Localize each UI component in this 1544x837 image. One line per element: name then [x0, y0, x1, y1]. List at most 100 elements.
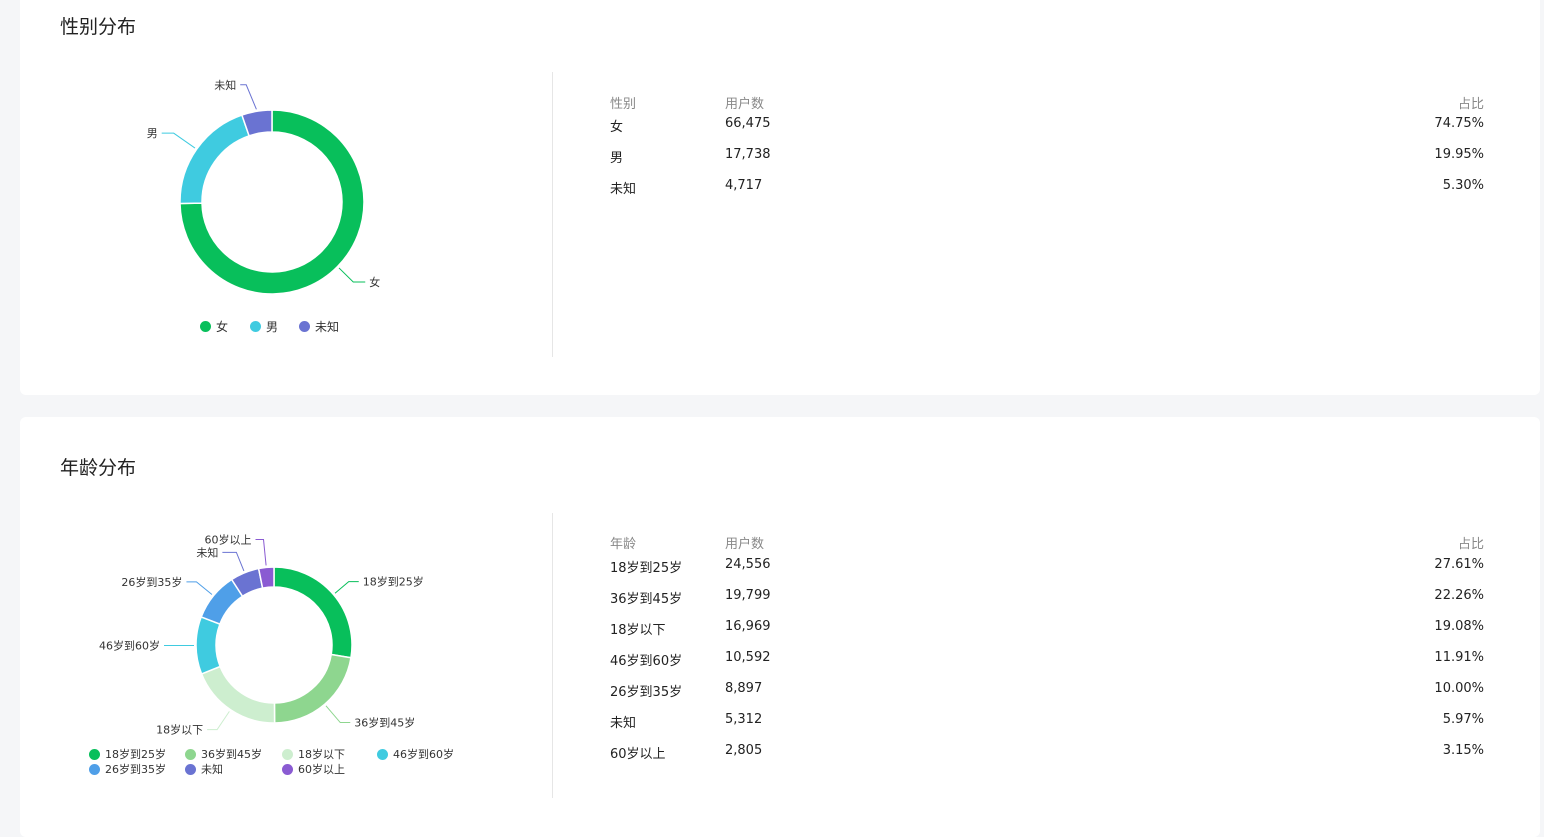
row-label: 未知 — [610, 178, 636, 197]
age-table-header: 年龄 用户数 占比 — [610, 533, 1484, 553]
row-users: 5,312 — [725, 712, 762, 727]
slice-label: 18岁到25岁 — [363, 575, 424, 589]
slice-label: 未知 — [214, 78, 236, 92]
legend-dot-icon — [377, 749, 388, 760]
row-label: 60岁以上 — [610, 743, 666, 762]
legend-label: 女 — [216, 318, 228, 335]
row-ratio: 5.97% — [1443, 712, 1484, 727]
label-leader-line — [256, 540, 267, 566]
label-leader-line — [339, 268, 365, 282]
row-label: 18岁到25岁 — [610, 557, 682, 576]
slice-label: 男 — [147, 127, 158, 140]
legend-label: 18岁到25岁 — [105, 746, 166, 762]
table-row: 女 66,475 74.75% — [610, 116, 1484, 134]
row-ratio: 10.00% — [1434, 681, 1484, 696]
legend-item[interactable]: 18岁以下 — [282, 746, 345, 762]
row-ratio: 5.30% — [1443, 178, 1484, 193]
age-table: 年龄 用户数 占比 18岁到25岁24,55627.61%36岁到45岁19,7… — [610, 533, 1484, 553]
table-row: 18岁到25岁 24,556 27.61% — [610, 557, 1484, 575]
donut-slice[interactable] — [196, 617, 220, 674]
legend-label: 未知 — [201, 761, 223, 777]
legend-label: 36岁到45岁 — [201, 746, 262, 762]
header-ratio: 占比 — [1458, 533, 1484, 552]
legend-label: 男 — [266, 318, 278, 335]
row-ratio: 74.75% — [1434, 116, 1484, 131]
donut-slice[interactable] — [274, 567, 352, 658]
age-divider — [552, 513, 553, 798]
row-users: 2,805 — [725, 743, 762, 758]
legend-item[interactable]: 18岁到25岁 — [89, 746, 166, 762]
slice-label: 36岁到45岁 — [354, 716, 415, 730]
legend-dot-icon — [299, 321, 310, 332]
row-ratio: 22.26% — [1434, 588, 1484, 603]
legend-item[interactable]: 男 — [250, 318, 278, 335]
table-row: 60岁以上 2,805 3.15% — [610, 743, 1484, 761]
label-leader-line — [207, 711, 229, 729]
legend-dot-icon — [282, 764, 293, 775]
row-users: 66,475 — [725, 116, 771, 131]
gender-divider — [552, 72, 553, 357]
label-leader-line — [162, 133, 195, 148]
row-label: 46岁到60岁 — [610, 650, 682, 669]
header-age: 年龄 — [610, 533, 636, 552]
row-users: 4,717 — [725, 178, 762, 193]
table-row: 36岁到45岁19,79922.26% — [610, 588, 1484, 606]
row-label: 36岁到45岁 — [610, 588, 682, 607]
row-label: 女 — [610, 116, 623, 135]
gender-table: 性别 用户数 占比 女66,47574.75%男17,73819.95%未知4,… — [610, 93, 1484, 113]
table-row: 未知 4,717 5.30% — [610, 178, 1484, 196]
slice-label: 未知 — [196, 545, 218, 559]
legend-item[interactable]: 未知 — [185, 761, 223, 777]
legend-item[interactable]: 女 — [200, 318, 228, 335]
row-users: 17,738 — [725, 147, 771, 162]
row-ratio: 19.95% — [1434, 147, 1484, 162]
row-users: 16,969 — [725, 619, 771, 634]
row-ratio: 11.91% — [1434, 650, 1484, 665]
row-ratio: 19.08% — [1434, 619, 1484, 634]
age-distribution-card: 年龄分布 18岁到25岁36岁到45岁18岁以下46岁到60岁26岁到35岁未知… — [20, 417, 1540, 837]
table-row: 男 17,738 19.95% — [610, 147, 1484, 165]
label-leader-line — [326, 706, 350, 723]
row-ratio: 27.61% — [1434, 557, 1484, 572]
row-label: 未知 — [610, 712, 636, 731]
slice-label: 26岁到35岁 — [121, 575, 182, 589]
gender-donut-chart: 女男未知 — [20, 0, 552, 370]
row-users: 10,592 — [725, 650, 771, 665]
header-ratio: 占比 — [1458, 93, 1484, 112]
donut-slice[interactable] — [180, 115, 249, 203]
legend-label: 未知 — [315, 318, 339, 335]
legend-item[interactable]: 36岁到45岁 — [185, 746, 262, 762]
legend-label: 18岁以下 — [298, 746, 345, 762]
header-users: 用户数 — [725, 533, 764, 552]
legend-label: 60岁以上 — [298, 761, 345, 777]
label-leader-line — [335, 582, 359, 594]
slice-label: 女 — [369, 275, 380, 289]
legend-label: 46岁到60岁 — [393, 746, 454, 762]
header-users: 用户数 — [725, 93, 764, 112]
row-label: 男 — [610, 147, 623, 166]
table-row: 18岁以下 16,969 19.08% — [610, 619, 1484, 637]
legend-item[interactable]: 60岁以上 — [282, 761, 345, 777]
table-row: 26岁到35岁 8,897 10.00% — [610, 681, 1484, 699]
donut-slice[interactable] — [202, 666, 275, 723]
legend-dot-icon — [89, 764, 100, 775]
legend-item[interactable]: 26岁到35岁 — [89, 761, 166, 777]
row-ratio: 3.15% — [1443, 743, 1484, 758]
legend-dot-icon — [185, 764, 196, 775]
label-leader-line — [186, 582, 212, 595]
legend-dot-icon — [282, 749, 293, 760]
legend-item[interactable]: 46岁到60岁 — [377, 746, 454, 762]
legend-dot-icon — [250, 321, 261, 332]
legend-dot-icon — [200, 321, 211, 332]
row-label: 26岁到35岁 — [610, 681, 682, 700]
legend-item[interactable]: 未知 — [299, 318, 339, 335]
row-label: 18岁以下 — [610, 619, 666, 638]
legend-label: 26岁到35岁 — [105, 761, 166, 777]
donut-slice[interactable] — [274, 654, 351, 723]
row-users: 8,897 — [725, 681, 762, 696]
slice-label: 60岁以上 — [205, 533, 252, 547]
row-users: 24,556 — [725, 557, 771, 572]
gender-table-header: 性别 用户数 占比 — [610, 93, 1484, 113]
slice-label: 18岁以下 — [156, 723, 203, 737]
gender-distribution-card: 性别分布 女男未知 女男未知 性别 用户数 占比 女66,47574.75%男1… — [20, 0, 1540, 395]
